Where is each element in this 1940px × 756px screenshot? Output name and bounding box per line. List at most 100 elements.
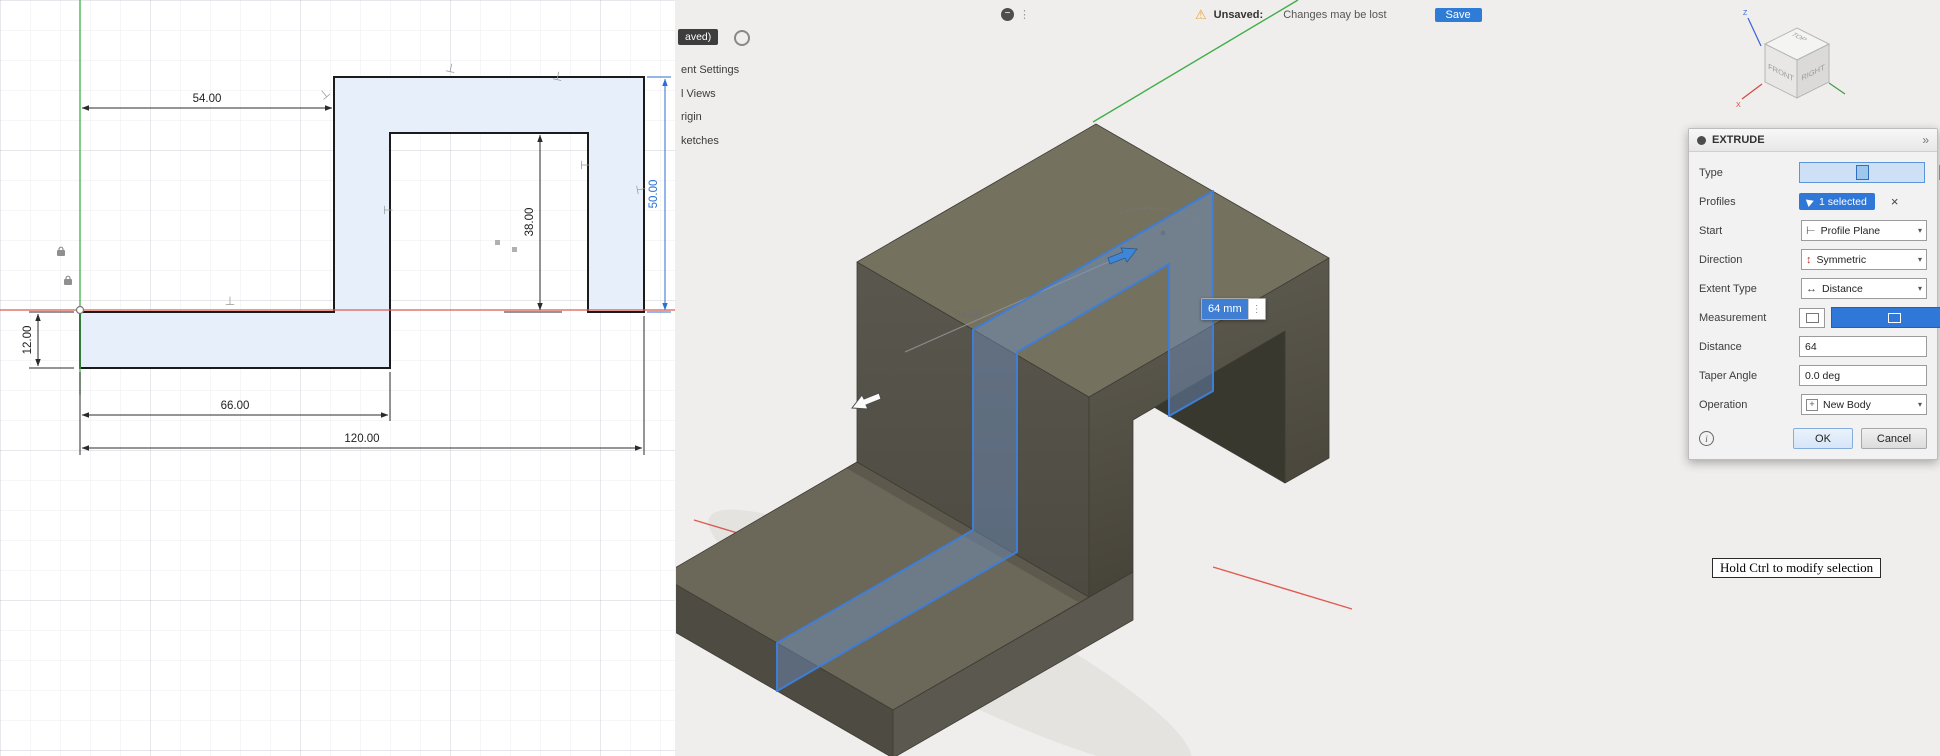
row-operation: Operation + New Body ▾ [1699, 390, 1927, 419]
svg-text:⊥: ⊥ [444, 60, 457, 76]
row-type: Type [1699, 158, 1927, 187]
direction-dropdown[interactable]: ↕ Symmetric ▾ [1801, 249, 1927, 270]
row-profiles: Profiles 1 selected × [1699, 187, 1927, 216]
viewcube-z-label: Z [1743, 10, 1748, 17]
warning-icon: ⚠ [1195, 7, 1207, 23]
save-button[interactable]: Save [1435, 8, 1482, 22]
dimension-120-label[interactable]: 120.00 [344, 433, 379, 445]
row-extent-type: Extent Type ↔ Distance ▾ [1699, 274, 1927, 303]
viewcube-z-axis [1748, 18, 1761, 46]
browser-item-origin[interactable]: rigin [681, 110, 702, 124]
model-3d: 64.00 [661, 0, 1352, 756]
distance-input-value[interactable]: 64 mm [1202, 299, 1248, 319]
sketch-2d: 54.00 50.00 38.00 12.00 [0, 0, 675, 455]
cursor-icon [1806, 197, 1815, 207]
dimension-12[interactable] [29, 312, 74, 368]
distance-label: Distance [1699, 341, 1799, 353]
dimension-50-label[interactable]: 50.00 [648, 180, 660, 209]
start-dropdown[interactable]: ⊢ Profile Plane ▾ [1801, 220, 1927, 241]
taper-angle-field[interactable]: 0.0 deg [1799, 365, 1927, 386]
extent-type-value: Distance [1822, 283, 1913, 295]
direction-value: Symmetric [1817, 254, 1913, 266]
distance-extent-icon: ↔ [1806, 283, 1817, 295]
chevron-down-icon: ▾ [1918, 400, 1922, 409]
warning-label: Unsaved: [1214, 9, 1264, 21]
half-length-icon [1806, 313, 1819, 323]
dimension-66-label[interactable]: 66.00 [221, 400, 250, 412]
visibility-eye-icon[interactable] [734, 30, 750, 46]
operation-value: New Body [1823, 399, 1913, 411]
svg-text:⊥: ⊥ [381, 205, 395, 215]
direction-label: Direction [1699, 254, 1799, 266]
input-drag-grip-icon[interactable]: ⋮ [1248, 299, 1265, 319]
extrude-distance-label: 64.00 [954, 309, 982, 321]
sketch-origin[interactable] [77, 307, 84, 314]
type-label: Type [1699, 167, 1799, 179]
extent-type-label: Extent Type [1699, 283, 1799, 295]
svg-text:⊥: ⊥ [225, 294, 235, 308]
toolbar-grip-icon[interactable]: ⋮ [1019, 8, 1030, 21]
ok-button[interactable]: OK [1793, 428, 1853, 449]
viewcube-x-label: X [1736, 102, 1741, 109]
taper-angle-label: Taper Angle [1699, 370, 1799, 382]
distance-value-input[interactable]: 64 mm ⋮ [1201, 298, 1266, 320]
dialog-feature-icon [1697, 136, 1706, 145]
new-body-icon: + [1806, 399, 1818, 411]
unsaved-warning-bar: ⚠ Unsaved: Changes may be lost Save [1195, 6, 1482, 23]
browser-item-sketches[interactable]: ketches [681, 134, 719, 148]
operation-label: Operation [1699, 399, 1799, 411]
distance-field[interactable]: 64 [1799, 336, 1927, 357]
row-taper-angle: Taper Angle 0.0 deg [1699, 361, 1927, 390]
symmetric-icon: ↕ [1806, 254, 1812, 266]
dimension-54-label[interactable]: 54.00 [193, 93, 222, 105]
dimension-12-label[interactable]: 12.00 [22, 326, 34, 355]
extent-type-dropdown[interactable]: ↔ Distance ▾ [1801, 278, 1927, 299]
browser-document-badge[interactable]: aved) [678, 29, 718, 45]
svg-text:⊥: ⊥ [578, 160, 592, 170]
type-thin-extrude-button[interactable] [1931, 162, 1940, 184]
viewcube[interactable]: TOP FRONT RIGHT Z X [1728, 4, 1848, 116]
extrude-dialog: EXTRUDE » Type Profiles 1 selected × [1688, 128, 1938, 460]
toolbar-fragment: − ⋮ [1001, 8, 1030, 21]
viewcube-x-axis [1742, 84, 1762, 99]
dialog-titlebar[interactable]: EXTRUDE » [1689, 129, 1937, 152]
cancel-button[interactable]: Cancel [1861, 428, 1927, 449]
collapse-toolbar-icon[interactable]: − [1001, 8, 1014, 21]
whole-length-icon [1888, 313, 1901, 323]
row-direction: Direction ↕ Symmetric ▾ [1699, 245, 1927, 274]
canvas-drawing: 54.00 50.00 38.00 12.00 [0, 0, 1940, 756]
measurement-label: Measurement [1699, 312, 1799, 324]
measurement-whole-button[interactable] [1831, 307, 1940, 328]
chevron-down-icon: ▾ [1918, 226, 1922, 235]
dialog-footer: i OK Cancel [1689, 419, 1937, 459]
type-extrude-button[interactable] [1799, 162, 1925, 183]
sketch-profile[interactable] [80, 77, 644, 368]
chevron-down-icon: ▾ [1918, 255, 1922, 264]
warning-message: Changes may be lost [1283, 9, 1386, 21]
fusion-window: 54.00 50.00 38.00 12.00 [0, 0, 1940, 756]
profiles-selected-button[interactable]: 1 selected [1799, 193, 1875, 210]
lock-constraint-icon [64, 276, 72, 285]
svg-text:⊥: ⊥ [316, 85, 333, 102]
profile-plane-icon: ⊢ [1806, 224, 1816, 237]
row-start: Start ⊢ Profile Plane ▾ [1699, 216, 1927, 245]
chevron-down-icon: ▾ [1918, 284, 1922, 293]
world-x-axis [1213, 567, 1352, 609]
browser-item-document-settings[interactable]: ent Settings [681, 63, 739, 77]
dialog-collapse-icon[interactable]: » [1922, 133, 1929, 147]
measurement-half-button[interactable] [1799, 308, 1825, 328]
lock-constraint-icon [57, 247, 65, 256]
info-icon[interactable]: i [1699, 431, 1714, 446]
profiles-label: Profiles [1699, 196, 1799, 208]
operation-dropdown[interactable]: + New Body ▾ [1801, 394, 1927, 415]
extrude-solid-icon [1856, 165, 1869, 180]
start-value: Profile Plane [1821, 225, 1913, 237]
svg-text:⊥: ⊥ [633, 183, 649, 196]
clear-selection-icon[interactable]: × [1891, 194, 1899, 209]
dialog-title: EXTRUDE [1712, 134, 1916, 146]
dimension-38-label[interactable]: 38.00 [524, 208, 536, 237]
row-measurement: Measurement [1699, 303, 1927, 332]
row-distance: Distance 64 [1699, 332, 1927, 361]
viewcube-y-axis [1829, 83, 1845, 94]
browser-item-named-views[interactable]: l Views [681, 87, 716, 101]
